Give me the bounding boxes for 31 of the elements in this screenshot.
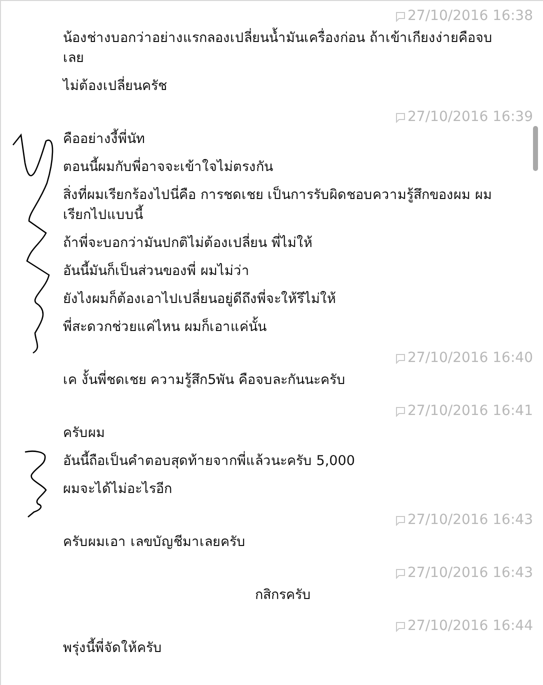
chat-message: กสิกรครับ <box>254 586 312 605</box>
timestamp: 27/10/2016 16:38 <box>408 7 533 25</box>
chat-message: เค งั้นพี่ชดเชย ความรู้สึก5พัน คือจบละกันนะครับ <box>63 370 503 390</box>
chat-message: ไม่ต้องเปลี่ยนครัช <box>63 76 168 96</box>
scrollbar-thumb[interactable] <box>533 126 538 171</box>
chat-message: ถ้าพี่จะบอกว่ามันปกติไม่ต้องเปลี่ยน พี่ไม่ให้ <box>63 233 314 253</box>
timestamp: 27/10/2016 16:41 <box>408 402 533 420</box>
chat-message: ครับผมเอา เลขบัญชีมาเลยครับ <box>63 533 246 552</box>
timestamp: 27/10/2016 16:43 <box>408 511 533 529</box>
timestamp: 27/10/2016 16:43 <box>408 564 533 582</box>
chat-message: อันนี้มันก็เป็นส่วนของพี่ ผมไม่ว่า <box>63 261 503 281</box>
chat-message: คืออย่างงี้พี่นัท <box>63 129 503 149</box>
chat-message: ยังไงผมก็ต้องเอาไปเปลี่ยนอยู่ดีถึงพี่จะให้รึไม่ให้ <box>63 289 337 309</box>
chat-message: น้องช่างบอกว่าอย่างแรกลองเปลี่ยนน้ำมันเครื่องก่อน ถ้าเข้าเกียงง่ายคือจบเลย <box>63 28 503 68</box>
comment-icon <box>396 113 404 123</box>
comment-icon <box>396 407 404 417</box>
timestamp: 27/10/2016 16:39 <box>408 108 533 126</box>
chat-message: พี่สะดวกช่วยแค่ไหน ผมก็เอาแค่นั้น <box>63 317 503 337</box>
chat-message: ตอนนี้ผมกับพี่อาจจะเข้าใจไม่ตรงกัน <box>63 157 503 177</box>
chat-message: อันนี้ถือเป็นคำตอบสุดท้ายจากพี่แล้วนะครับ 5,000 <box>63 451 503 471</box>
comment-icon <box>396 516 404 526</box>
timestamp: 27/10/2016 16:44 <box>408 617 533 635</box>
comment-icon <box>396 354 404 364</box>
chat-message: พรุ่งนี้พี่จัดให้ครับ <box>63 638 503 658</box>
chat-message: ผมจะได้ไม่อะไรอีก <box>63 480 173 499</box>
timestamp: 27/10/2016 16:40 <box>408 349 533 367</box>
comment-icon <box>396 12 404 22</box>
comment-icon <box>396 569 404 579</box>
chat-message: สิ่งที่ผมเรียกร้องไปนี่คือ การชดเชย เป็นการรับผิดชอบความรู้สึกของผม ผมเรียกไปแบบนี้ <box>63 185 493 225</box>
chat-message: ครับผม <box>63 424 106 443</box>
comment-icon <box>396 622 404 632</box>
